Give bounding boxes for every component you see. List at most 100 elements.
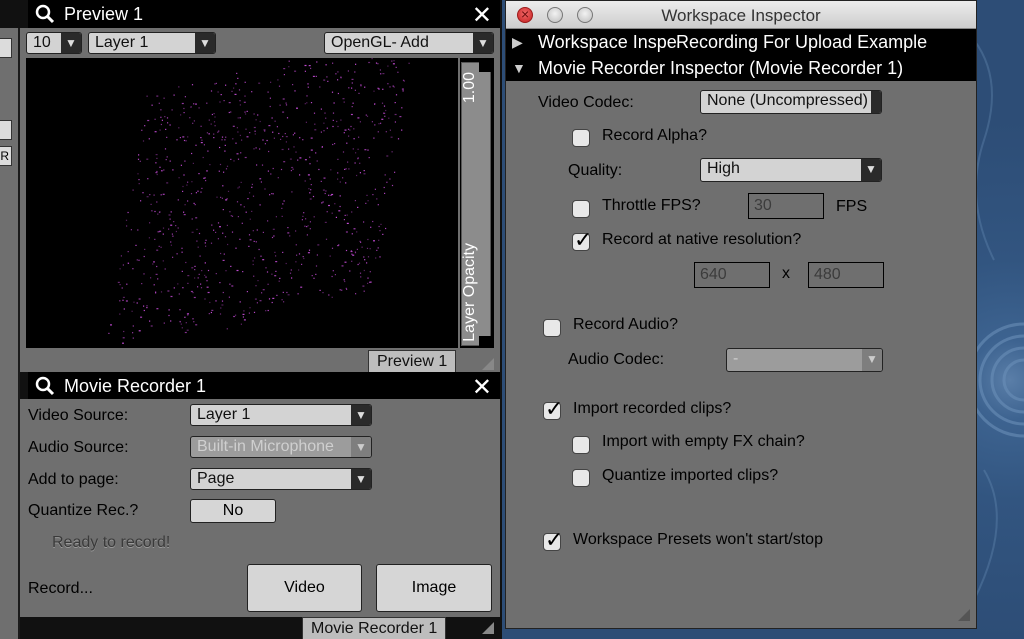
chevron-down-icon (871, 91, 881, 113)
window-title: Workspace Inspector (661, 6, 821, 25)
left-side-panel-edge: R (0, 28, 20, 639)
audio-codec-label: Audio Codec: (568, 351, 665, 368)
workspace-inspector-section-header[interactable]: ▶ Workspace Inspe Recording For Upload E… (506, 29, 976, 55)
video-source-value: Layer 1 (197, 406, 251, 423)
layer-dropdown[interactable]: Layer 1 ▼ (88, 32, 216, 54)
chevron-down-icon: ▼ (861, 159, 881, 181)
preview-canvas[interactable] (26, 58, 458, 348)
record-audio-checkbox[interactable] (543, 319, 561, 337)
add-to-page-value: Page (197, 470, 235, 487)
checkmark-icon: ✓ (545, 527, 564, 552)
workspace-inspector-window: Workspace Inspector ▶ Workspace Inspe Re… (505, 0, 977, 629)
slider-handle[interactable] (479, 62, 491, 72)
dimension-separator: x (782, 265, 790, 282)
section2-title: Movie Recorder Inspector (Movie Recorder… (538, 58, 904, 78)
audio-source-value: Built-in Microphone (197, 438, 334, 455)
video-codec-dropdown[interactable]: None (Uncompressed) (700, 90, 882, 114)
checkmark-icon: ✓ (545, 396, 564, 421)
recorder-titlebar[interactable]: Movie Recorder 1 ✕ (28, 372, 500, 402)
import-empty-fx-label: Import with empty FX chain? (602, 433, 805, 450)
section-title-a: Workspace Inspe (538, 32, 677, 52)
side-button[interactable] (0, 120, 12, 140)
record-video-button[interactable]: Video (247, 564, 362, 612)
import-empty-fx-checkbox[interactable] (572, 436, 590, 454)
record-alpha-label: Record Alpha? (602, 127, 707, 144)
opacity-value: 1.00 (461, 72, 478, 104)
audio-codec-value: - (733, 350, 739, 367)
movie-recorder-tab[interactable]: Movie Recorder 1 (302, 617, 447, 639)
width-input[interactable]: 640 (694, 262, 770, 288)
disclosure-triangle-right-icon[interactable]: ▶ (512, 29, 523, 55)
layer-number-dropdown[interactable]: 10 ▼ (26, 32, 82, 54)
video-codec-value: None (Uncompressed) (707, 92, 868, 109)
resize-grip-icon[interactable] (958, 609, 970, 621)
quantize-clips-label: Quantize imported clips? (602, 467, 779, 484)
movie-recorder-inspector-header[interactable]: ▼ Movie Recorder Inspector (Movie Record… (506, 55, 976, 81)
record-audio-label: Record Audio? (573, 316, 678, 333)
search-icon[interactable] (34, 375, 56, 397)
quantize-clips-checkbox[interactable] (572, 469, 590, 487)
blend-mode-dropdown[interactable]: OpenGL- Add ▼ (324, 32, 494, 54)
layer-number-value: 10 (33, 34, 51, 51)
record-image-button[interactable]: Image (376, 564, 492, 612)
status-text: Ready to record! (52, 534, 171, 551)
checkmark-icon: ✓ (574, 227, 593, 252)
recorder-title: Movie Recorder 1 (64, 375, 207, 396)
disclosure-triangle-down-icon[interactable]: ▼ (512, 55, 526, 81)
movie-recorder-panel: Video Source: Layer 1 ▼ Audio Source: Bu… (20, 399, 500, 617)
fps-unit-label: FPS (836, 198, 868, 215)
close-icon[interactable]: ✕ (472, 373, 492, 402)
chevron-down-icon: ▼ (862, 349, 882, 371)
native-resolution-label: Record at native resolution? (602, 231, 802, 248)
section-title-b: Recording For Upload Example (676, 32, 928, 52)
video-codec-label: Video Codec: (538, 94, 634, 111)
side-field[interactable] (0, 38, 12, 58)
chevron-down-icon: ▼ (351, 469, 371, 489)
workspace-presets-label: Workspace Presets won't start/stop (573, 531, 823, 548)
native-resolution-checkbox[interactable]: ✓ (572, 227, 592, 252)
chevron-down-icon: ▼ (473, 33, 493, 53)
chevron-down-icon: ▼ (61, 33, 81, 53)
vdmx-app-area: R Preview 1 ✕ 10 ▼ Layer 1 ▼ OpenGL- Add… (0, 0, 502, 639)
import-clips-label: Import recorded clips? (573, 400, 732, 417)
resize-grip-icon[interactable] (482, 622, 494, 634)
quality-label: Quality: (568, 162, 623, 179)
particle-field-image (108, 58, 410, 344)
search-icon[interactable] (34, 3, 56, 25)
import-clips-checkbox[interactable]: ✓ (543, 396, 563, 421)
record-alpha-checkbox[interactable] (572, 129, 590, 147)
preview-toolbar: 10 ▼ Layer 1 ▼ OpenGL- Add ▼ (20, 28, 500, 58)
chevron-down-icon: ▼ (351, 405, 371, 425)
close-icon[interactable]: ✕ (472, 1, 492, 30)
quality-value: High (707, 160, 740, 177)
quantize-toggle-button[interactable]: No (190, 499, 276, 523)
opacity-label: Layer Opacity (461, 243, 478, 342)
preview-panel: 10 ▼ Layer 1 ▼ OpenGL- Add ▼ 1.00 Layer … (20, 28, 500, 372)
blend-mode-value: OpenGL- Add (331, 34, 429, 51)
inspector-titlebar[interactable]: Workspace Inspector (506, 1, 976, 29)
layer-value: Layer 1 (95, 34, 149, 51)
resize-grip-icon[interactable] (482, 358, 494, 370)
fps-input[interactable]: 30 (748, 193, 824, 219)
side-button-r[interactable]: R (0, 146, 12, 166)
throttle-fps-checkbox[interactable] (572, 200, 590, 218)
preview-titlebar[interactable]: Preview 1 ✕ (28, 0, 500, 30)
audio-codec-dropdown[interactable]: - ▼ (726, 348, 883, 372)
height-input[interactable]: 480 (808, 262, 884, 288)
audio-source-label: Audio Source: (28, 439, 129, 456)
video-source-dropdown[interactable]: Layer 1 ▼ (190, 404, 372, 426)
chevron-down-icon: ▼ (351, 437, 371, 457)
preview-title: Preview 1 (64, 3, 144, 24)
chevron-down-icon: ▼ (195, 33, 215, 53)
video-source-label: Video Source: (28, 407, 129, 424)
add-to-page-dropdown[interactable]: Page ▼ (190, 468, 372, 490)
add-to-page-label: Add to page: (28, 471, 119, 488)
workspace-presets-checkbox[interactable]: ✓ (543, 527, 563, 552)
quality-dropdown[interactable]: High ▼ (700, 158, 882, 182)
quantize-label: Quantize Rec.? (28, 502, 139, 519)
record-label: Record... (28, 580, 93, 597)
audio-source-dropdown[interactable]: Built-in Microphone ▼ (190, 436, 372, 458)
preview-tab[interactable]: Preview 1 (368, 350, 457, 372)
throttle-fps-label: Throttle FPS? (602, 197, 701, 214)
layer-opacity-slider[interactable]: 1.00 Layer Opacity (460, 58, 494, 348)
